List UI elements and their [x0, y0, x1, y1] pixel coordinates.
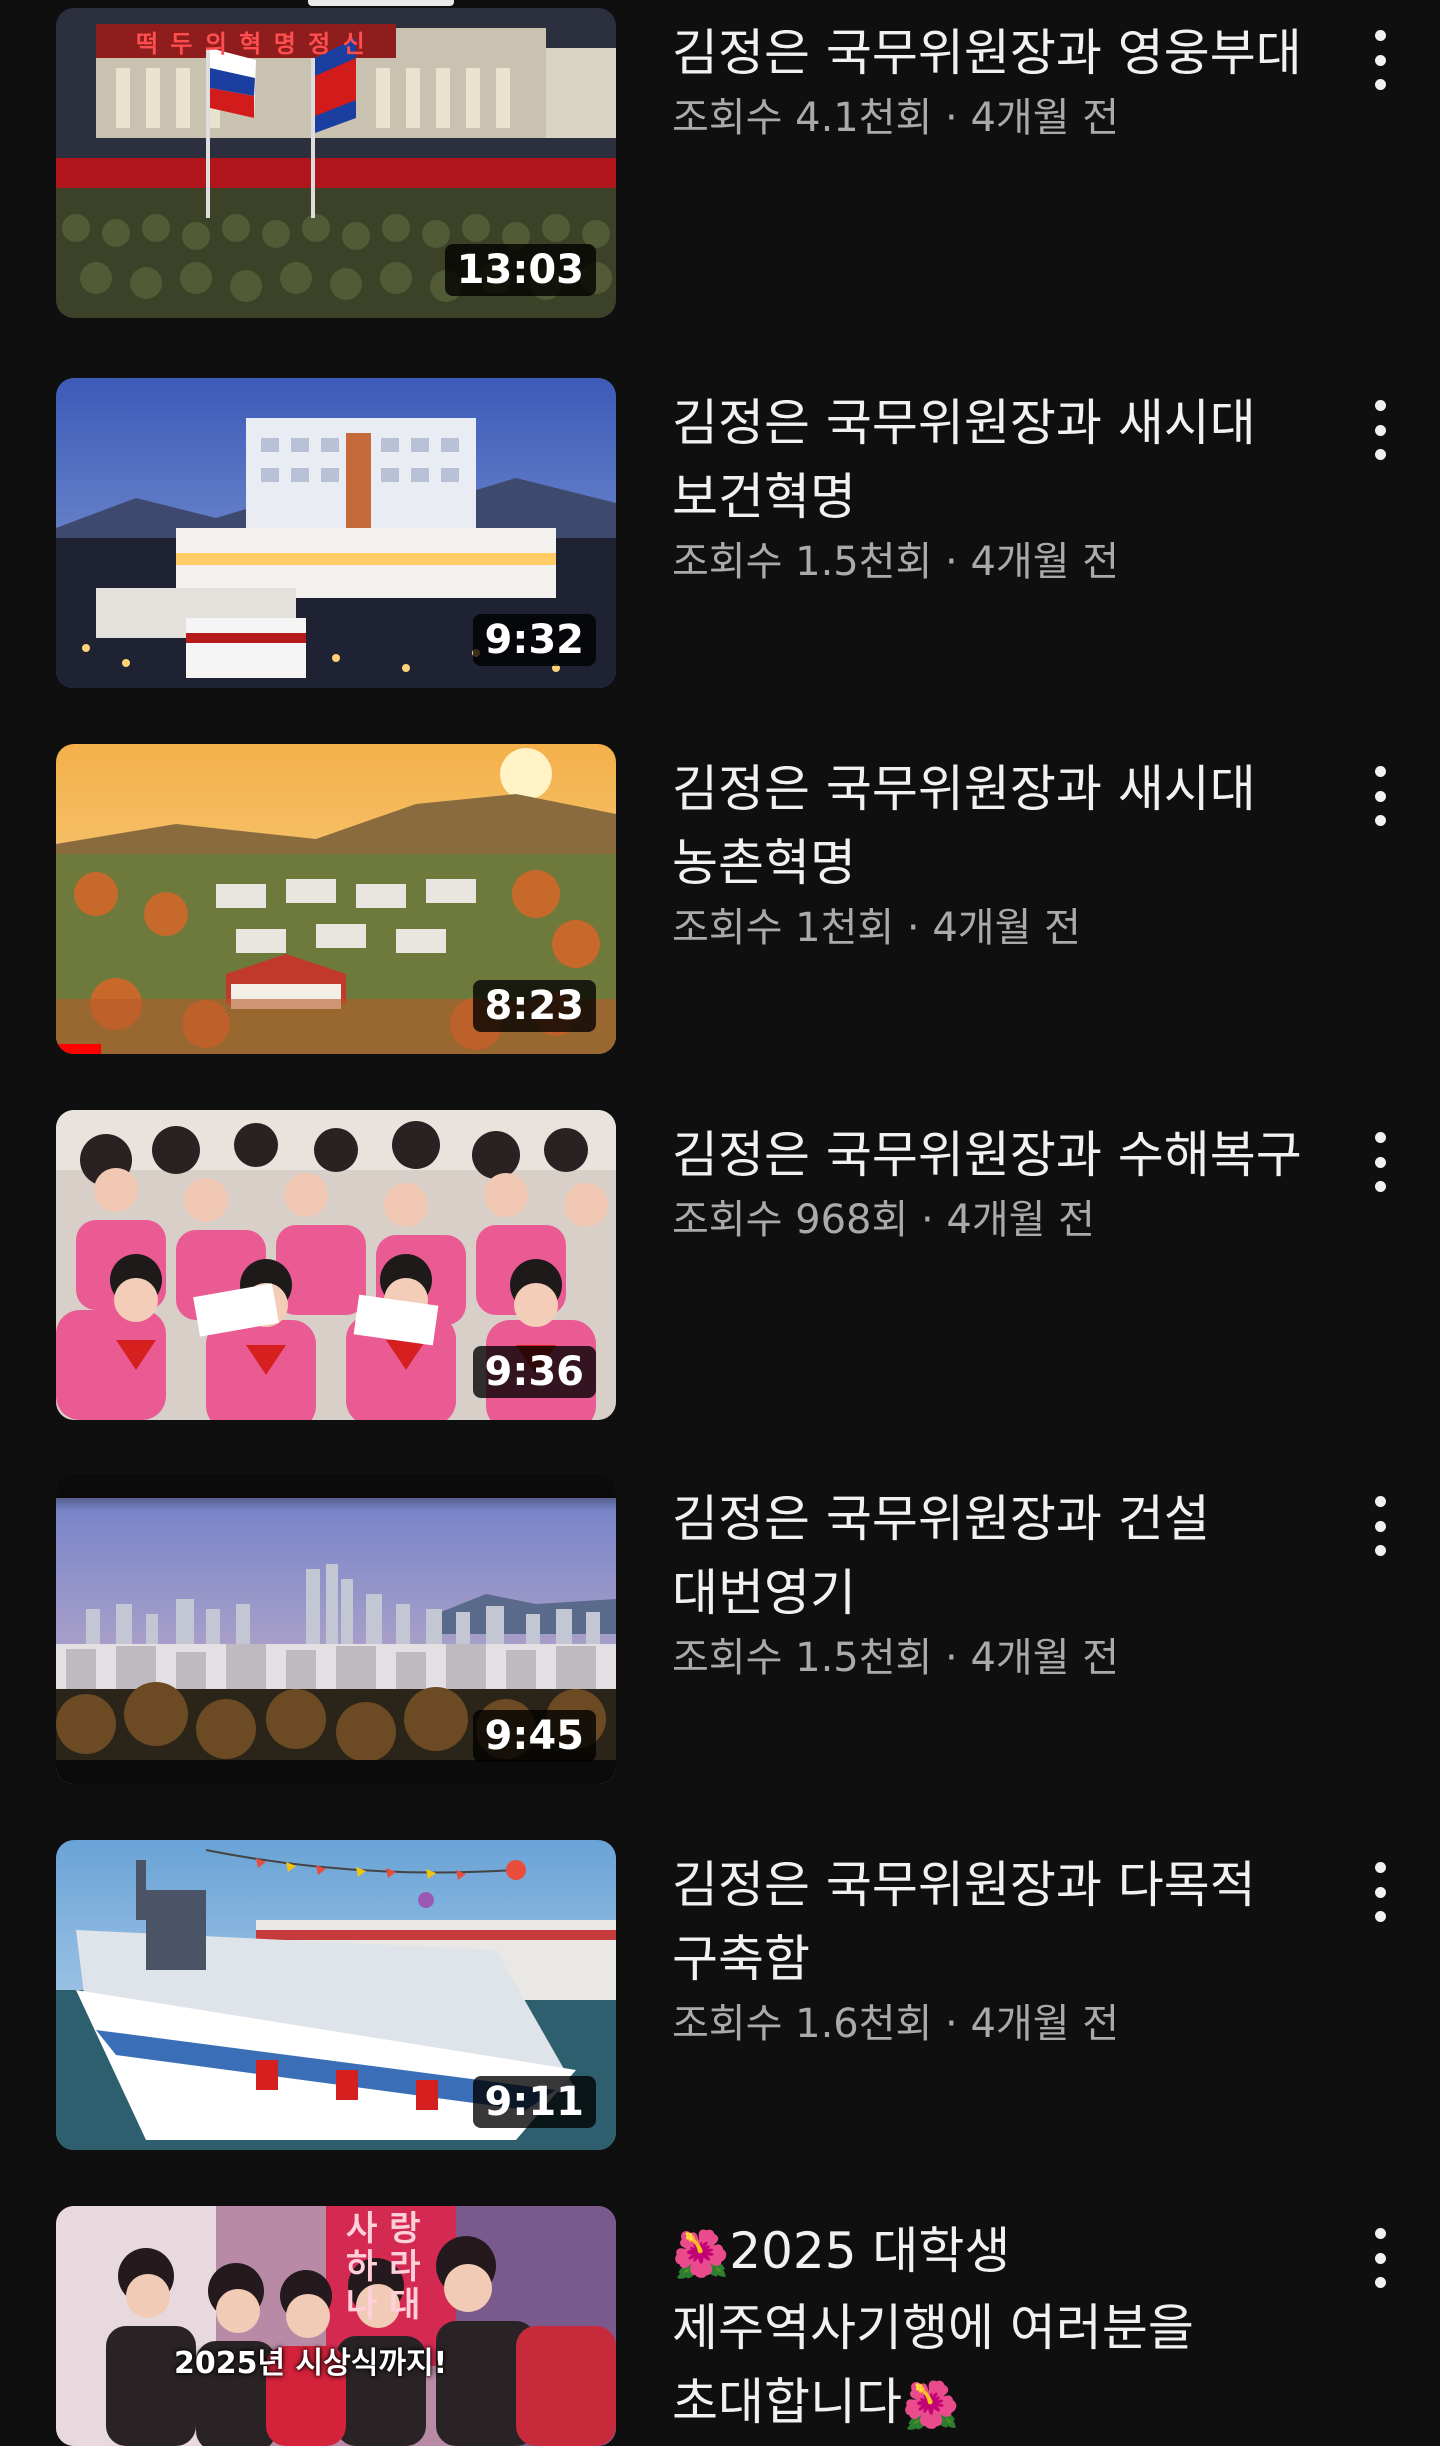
- video-item[interactable]: 9:32 김정은 국무위원장과 새시대 보건혁명 조회수 1.5천회 · 4개월…: [0, 378, 1440, 698]
- view-count: 조회수 1.5천회: [672, 1635, 933, 1681]
- status-indicator: [308, 0, 454, 6]
- video-thumbnail[interactable]: 9:32: [56, 378, 616, 688]
- video-title-line: 🌺2025 대학생: [672, 2214, 1352, 2291]
- video-thumbnail[interactable]: 9:36: [56, 1110, 616, 1420]
- view-count: 조회수 1천회: [672, 905, 895, 951]
- video-stats: 조회수 1천회 · 4개월 전: [672, 900, 1352, 956]
- video-title[interactable]: 🌺2025 대학생 제주역사기행에 여러분을 초대합니다🌺: [672, 2214, 1352, 2442]
- upload-age: 4개월 전: [970, 1635, 1120, 1681]
- thumbnail-banner-text: 떡 두 의 혁 명 정 신: [136, 30, 367, 58]
- video-stats: 조회수 1.5천회 · 4개월 전: [672, 534, 1352, 590]
- video-stats: 조회수 968회 · 4개월 전: [672, 1192, 1352, 1248]
- video-item[interactable]: 9:36 김정은 국무위원장과 수해복구 조회수 968회 · 4개월 전: [0, 1110, 1440, 1430]
- video-title[interactable]: 김정은 국무위원장과 영웅부대: [672, 16, 1352, 90]
- video-stats: 조회수 4.1천회 · 4개월 전: [672, 90, 1352, 146]
- upload-age: 4개월 전: [970, 2001, 1120, 2047]
- upload-age: 4개월 전: [946, 1197, 1095, 1243]
- view-count: 조회수 968회: [672, 1197, 909, 1243]
- video-duration: 13:03: [444, 244, 596, 296]
- video-thumbnail[interactable]: 8:23: [56, 744, 616, 1054]
- video-thumbnail[interactable]: 9:11: [56, 1840, 616, 2150]
- separator-dot: ·: [920, 1197, 947, 1243]
- video-meta: 김정은 국무위원장과 건설 대번영기 조회수 1.5천회 · 4개월 전: [672, 1474, 1352, 1686]
- video-item[interactable]: 떡 두 의 혁 명 정 신 13:03 김정은 국무위원장과 영웅부대 조회수 …: [0, 8, 1440, 328]
- video-title[interactable]: 김정은 국무위원장과 건설 대번영기: [672, 1482, 1352, 1630]
- separator-dot: ·: [945, 2001, 971, 2047]
- hibiscus-icon: 🌺: [672, 2227, 730, 2281]
- separator-dot: ·: [945, 539, 971, 585]
- more-vert-icon[interactable]: [1360, 766, 1400, 826]
- separator-dot: ·: [945, 95, 971, 141]
- video-duration: 8:23: [472, 980, 596, 1032]
- video-meta: 🌺2025 대학생 제주역사기행에 여러분을 초대합니다🌺: [672, 2206, 1352, 2442]
- video-title-line: 초대합니다🌺: [672, 2365, 1352, 2442]
- video-title[interactable]: 김정은 국무위원장과 수해복구: [672, 1118, 1352, 1192]
- video-meta: 김정은 국무위원장과 수해복구 조회수 968회 · 4개월 전: [672, 1110, 1352, 1248]
- view-count: 조회수 1.6천회: [672, 2001, 933, 2047]
- thumbnail-sign-text: 사 랑 하 라 나 대: [346, 2209, 421, 2325]
- more-vert-icon[interactable]: [1360, 400, 1400, 460]
- video-title[interactable]: 김정은 국무위원장과 새시대 보건혁명: [672, 386, 1352, 534]
- video-duration: 9:36: [472, 1346, 596, 1398]
- upload-age: 4개월 전: [970, 539, 1120, 585]
- video-stats: 조회수 1.5천회 · 4개월 전: [672, 1630, 1352, 1686]
- separator-dot: ·: [906, 905, 933, 951]
- more-vert-icon[interactable]: [1360, 2228, 1400, 2288]
- video-thumbnail[interactable]: 사 랑 하 라 나 대 2025년 시상식까지!: [56, 2206, 616, 2446]
- video-meta: 김정은 국무위원장과 새시대 농촌혁명 조회수 1천회 · 4개월 전: [672, 744, 1352, 956]
- more-vert-icon[interactable]: [1360, 1862, 1400, 1922]
- video-thumbnail[interactable]: 9:45: [56, 1474, 616, 1784]
- video-item[interactable]: 9:11 김정은 국무위원장과 다목적 구축함 조회수 1.6천회 · 4개월 …: [0, 1840, 1440, 2160]
- video-item[interactable]: 8:23 김정은 국무위원장과 새시대 농촌혁명 조회수 1천회 · 4개월 전: [0, 744, 1440, 1064]
- video-thumbnail[interactable]: 떡 두 의 혁 명 정 신 13:03: [56, 8, 616, 318]
- video-duration: 9:45: [472, 1710, 596, 1762]
- video-title[interactable]: 김정은 국무위원장과 새시대 농촌혁명: [672, 752, 1352, 900]
- video-meta: 김정은 국무위원장과 새시대 보건혁명 조회수 1.5천회 · 4개월 전: [672, 378, 1352, 590]
- video-meta: 김정은 국무위원장과 영웅부대 조회수 4.1천회 · 4개월 전: [672, 8, 1352, 146]
- more-vert-icon[interactable]: [1360, 1132, 1400, 1192]
- thumbnail-caption: 2025년 시상식까지!: [174, 2346, 448, 2381]
- watch-progress-bar: [56, 1044, 101, 1054]
- hibiscus-icon: 🌺: [902, 2378, 960, 2432]
- upload-age: 4개월 전: [932, 905, 1081, 951]
- video-stats: 조회수 1.6천회 · 4개월 전: [672, 1996, 1352, 2052]
- upload-age: 4개월 전: [970, 95, 1120, 141]
- view-count: 조회수 1.5천회: [672, 539, 933, 585]
- video-item[interactable]: 사 랑 하 라 나 대 2025년 시상식까지! 🌺2025 대학생 제주역사기…: [0, 2206, 1440, 2446]
- video-title-line: 제주역사기행에 여러분을: [672, 2299, 1194, 2357]
- video-title[interactable]: 김정은 국무위원장과 다목적 구축함: [672, 1848, 1352, 1996]
- view-count: 조회수 4.1천회: [672, 95, 933, 141]
- separator-dot: ·: [945, 1635, 971, 1681]
- more-vert-icon[interactable]: [1360, 30, 1400, 90]
- video-duration: 9:11: [472, 2076, 596, 2128]
- video-duration: 9:32: [472, 614, 596, 666]
- video-item[interactable]: 9:45 김정은 국무위원장과 건설 대번영기 조회수 1.5천회 · 4개월 …: [0, 1474, 1440, 1794]
- thumbnail-image: [56, 2206, 616, 2446]
- video-meta: 김정은 국무위원장과 다목적 구축함 조회수 1.6천회 · 4개월 전: [672, 1840, 1352, 2052]
- more-vert-icon[interactable]: [1360, 1496, 1400, 1556]
